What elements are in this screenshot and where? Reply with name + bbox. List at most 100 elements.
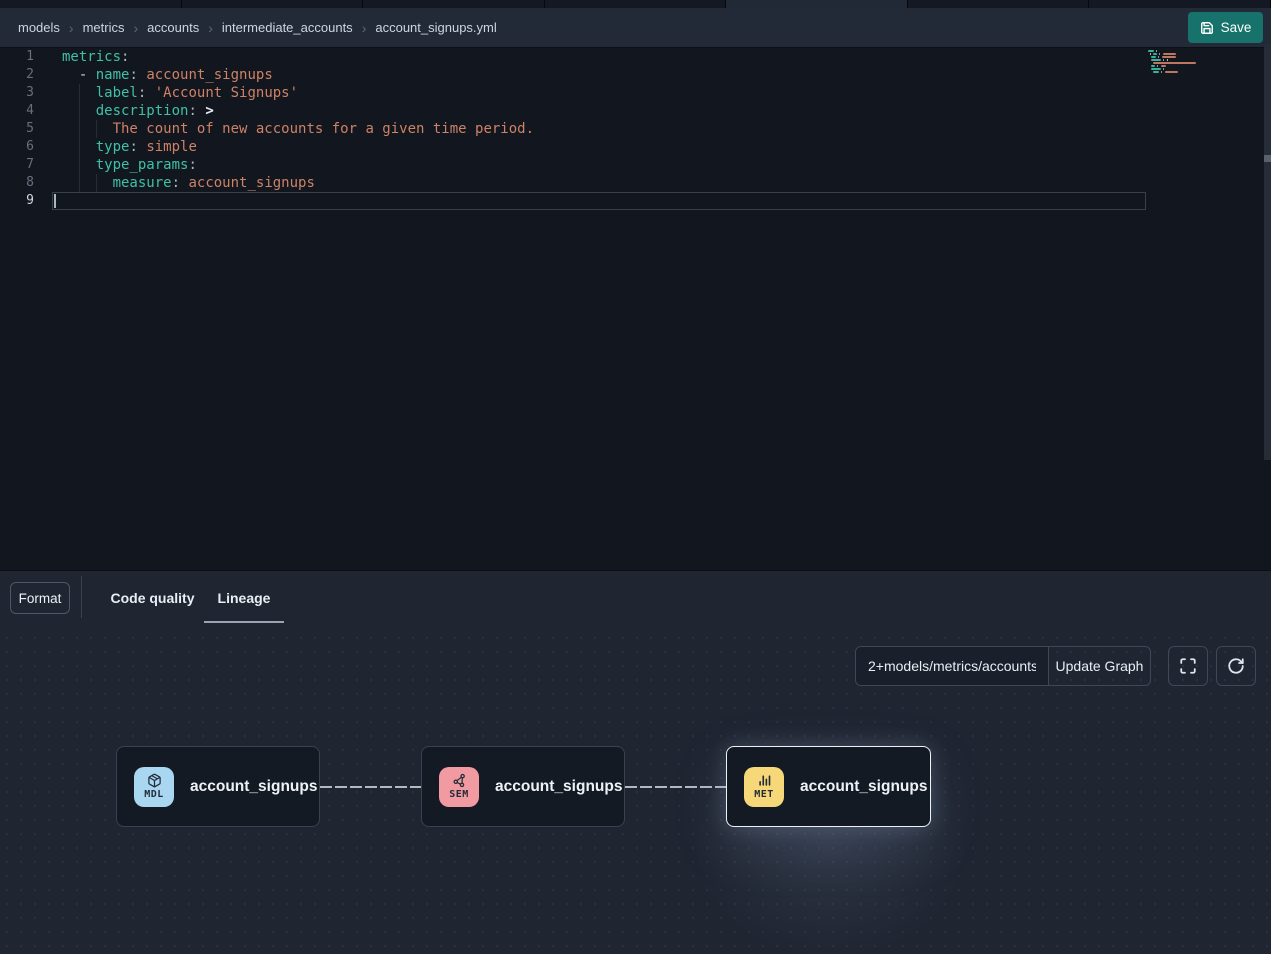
node-type-badge: MET (744, 767, 784, 807)
code-token: : (121, 49, 129, 65)
save-button[interactable]: Save (1188, 12, 1263, 43)
code-token: metrics (62, 49, 121, 65)
node-type-badge: MDL (134, 767, 174, 807)
bar-chart-icon (757, 773, 772, 788)
code-line-2[interactable]: 2 - name: account_signups (0, 66, 1271, 84)
code-token: - (79, 67, 96, 83)
breadcrumb-chevron-icon: › (208, 20, 213, 36)
minimap-token (1159, 53, 1160, 55)
selector-input[interactable] (856, 647, 1048, 685)
save-button-label: Save (1221, 20, 1252, 35)
code-token: : (188, 103, 196, 119)
line-content: - name: account_signups (52, 66, 1146, 84)
breadcrumb-item[interactable]: intermediate_accounts (222, 20, 353, 35)
minimap-token (1151, 56, 1155, 58)
top-tab-7[interactable] (1089, 0, 1271, 8)
minimap-token (1167, 59, 1168, 61)
editor-scrollbar[interactable] (1264, 44, 1271, 460)
code-line-1[interactable]: 1metrics: (0, 48, 1271, 66)
code-token: account_signups (188, 175, 314, 191)
code-line-3[interactable]: 3 label: 'Account Signups' (0, 84, 1271, 102)
minimap-token (1157, 65, 1158, 67)
tab-lineage[interactable]: Lineage (204, 584, 284, 623)
code-token: : (188, 157, 196, 173)
fullscreen-button[interactable] (1168, 646, 1208, 686)
line-number: 1 (0, 48, 52, 66)
line-number: 2 (0, 66, 52, 84)
breadcrumb-item[interactable]: metrics (83, 20, 125, 35)
fullscreen-icon (1179, 657, 1197, 675)
code-token: name (96, 67, 130, 83)
code-token: : (129, 67, 137, 83)
code-line-8[interactable]: 8 measure: account_signups (0, 174, 1271, 192)
line-content: metrics: (52, 48, 1146, 66)
code-line-4[interactable]: 4 description: > (0, 102, 1271, 120)
minimap-token (1161, 65, 1166, 67)
code-token: The count of new accounts for a given ti… (113, 121, 534, 137)
code-token: label (96, 85, 138, 101)
node-label: account_signups (190, 778, 317, 796)
indent-guide (79, 120, 80, 138)
lineage-selector-group: Update Graph (855, 646, 1151, 686)
top-tab-4[interactable] (545, 0, 727, 8)
code-token (146, 85, 154, 101)
code-line-5[interactable]: 5 The count of new accounts for a given … (0, 120, 1271, 138)
line-content: label: 'Account Signups' (52, 84, 1146, 102)
breadcrumb-item[interactable]: account_signups.yml (375, 20, 496, 35)
code-token: type_params (96, 157, 189, 173)
breadcrumb-item[interactable]: models (18, 20, 60, 35)
lineage-node-sem[interactable]: SEMaccount_signups (421, 746, 625, 827)
indent-guide (79, 138, 80, 156)
minimap-token (1163, 68, 1164, 70)
lineage-node-met[interactable]: METaccount_signups (726, 746, 931, 827)
share-network-icon (452, 773, 467, 788)
breadcrumb-chevron-icon: › (362, 20, 367, 36)
code-line-9[interactable]: 9 (0, 192, 1271, 210)
top-tab-2[interactable] (182, 0, 364, 8)
breadcrumb-chevron-icon: › (69, 20, 74, 36)
breadcrumb-chevron-icon: › (133, 20, 138, 36)
update-graph-button[interactable]: Update Graph (1048, 647, 1150, 685)
minimap-token (1163, 59, 1164, 61)
format-button[interactable]: Format (10, 582, 70, 614)
code-line-7[interactable]: 7 type_params: (0, 156, 1271, 174)
lineage-node-mdl[interactable]: MDL account_signups (116, 746, 320, 827)
code-line-6[interactable]: 6 type: simple (0, 138, 1271, 156)
indent-guide (79, 174, 80, 192)
bottom-panel: Format Code quality Lineage Update Graph… (0, 570, 1271, 954)
editor-scrollbar-handle[interactable] (1264, 155, 1271, 162)
node-type-label: MET (754, 789, 774, 800)
code-token: : (129, 139, 137, 155)
refresh-button[interactable] (1216, 646, 1256, 686)
minimap-token (1153, 71, 1159, 73)
top-tab-strip (0, 0, 1271, 8)
top-tab-1[interactable] (0, 0, 182, 8)
line-number: 9 (0, 192, 52, 210)
code-editor[interactable]: 1metrics:2 - name: account_signups3 labe… (0, 48, 1271, 570)
editor-minimap[interactable] (1148, 50, 1248, 77)
indent-guide (79, 102, 80, 120)
minimap-token (1161, 71, 1162, 73)
breadcrumb-item[interactable]: accounts (147, 20, 199, 35)
top-tab-3[interactable] (363, 0, 545, 8)
minimap-token (1163, 53, 1176, 55)
editor-lines: 1metrics:2 - name: account_signups3 labe… (0, 48, 1271, 210)
line-number: 5 (0, 120, 52, 138)
text-cursor (54, 194, 56, 208)
code-token: account_signups (146, 67, 272, 83)
code-token: simple (146, 139, 197, 155)
minimap-token (1162, 56, 1176, 58)
minimap-token (1151, 59, 1160, 61)
top-tab-5[interactable] (726, 0, 908, 8)
code-token: description (96, 103, 189, 119)
node-type-label: SEM (449, 789, 469, 800)
code-token (62, 67, 79, 83)
cube-icon (147, 773, 162, 788)
minimap-line (1148, 74, 1248, 76)
top-tab-6[interactable] (908, 0, 1090, 8)
minimap-token (1148, 50, 1154, 52)
line-number: 7 (0, 156, 52, 174)
minimap-line (1148, 71, 1248, 73)
tab-code-quality[interactable]: Code quality (105, 584, 200, 623)
line-number: 4 (0, 102, 52, 120)
